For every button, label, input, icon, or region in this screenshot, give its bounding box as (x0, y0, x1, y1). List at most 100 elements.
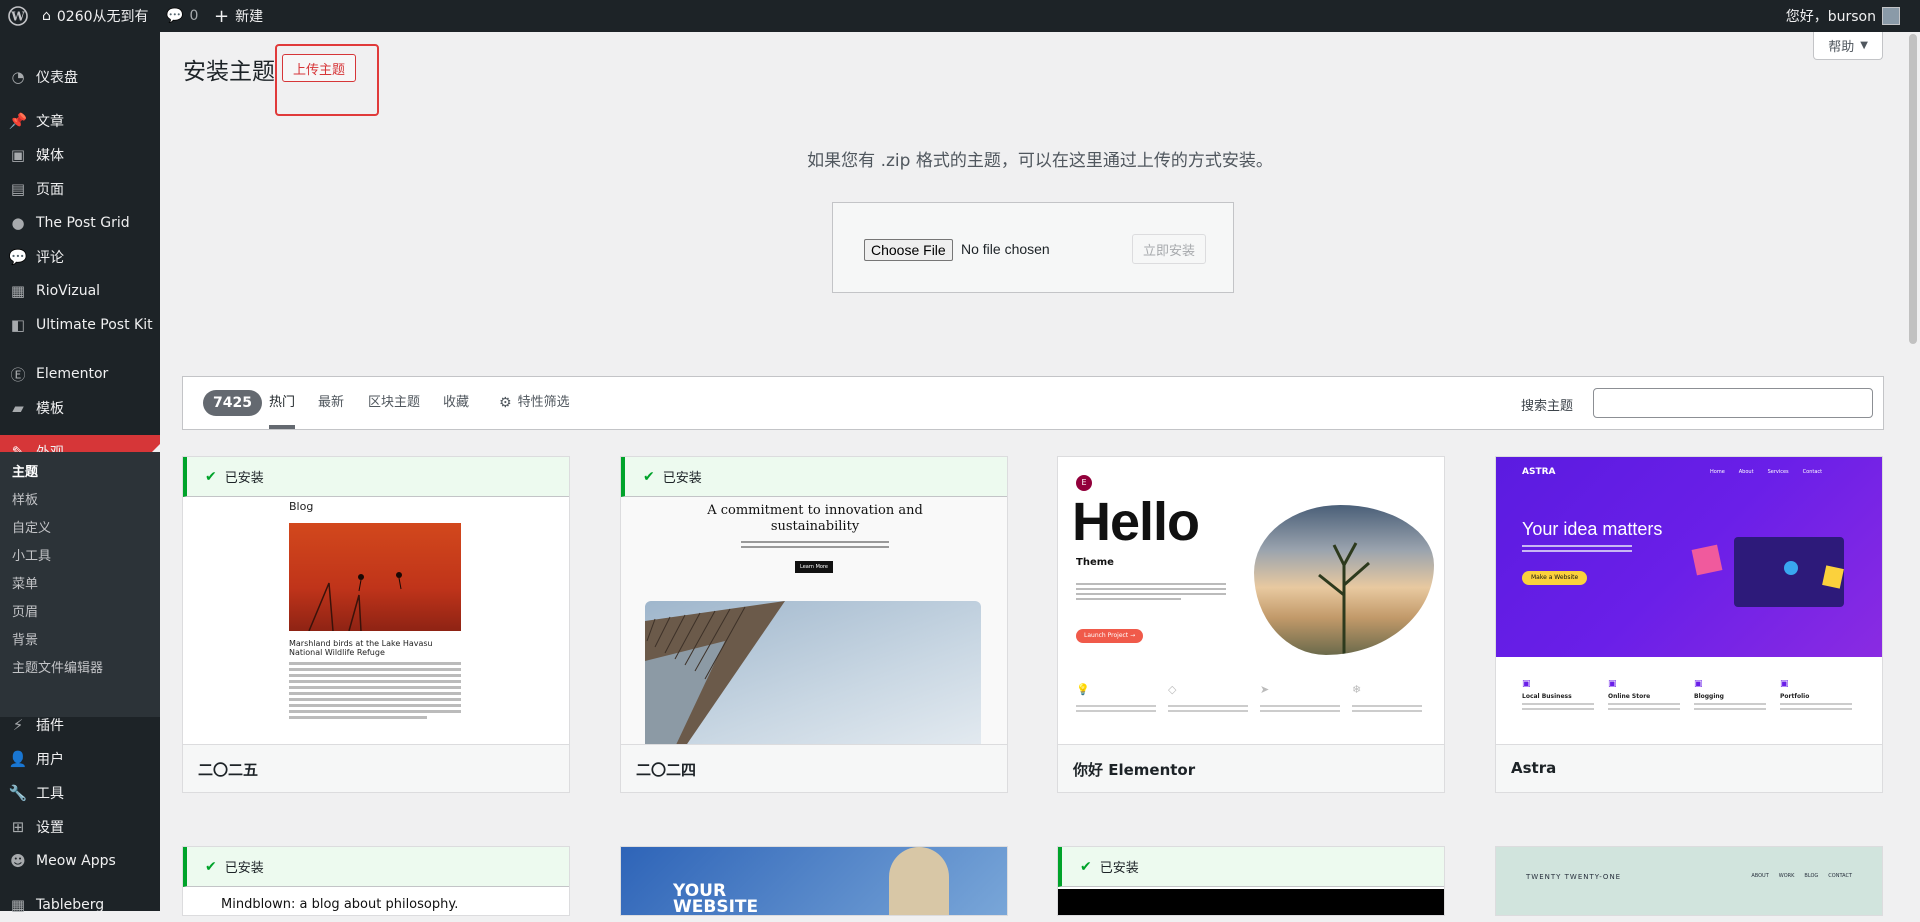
checkmark-icon: ✔ (205, 468, 217, 485)
theme-screenshot: Blog Marshland birds at the Lake Havasu … (183, 457, 569, 747)
sidebar-item-label: 媒体 (36, 148, 64, 164)
preview-nav-item: ABOUT (1751, 873, 1769, 879)
media-icon: ▣ (10, 146, 26, 164)
submenu-item-7[interactable]: 主题文件编辑器 (12, 658, 103, 680)
theme-card-astra[interactable]: ASTRA Home About Services Contact Your i… (1495, 456, 1883, 793)
tab-latest[interactable]: 最新 (318, 377, 344, 429)
submenu-item-0[interactable]: 主题 (12, 462, 38, 484)
sidebar-item-7[interactable]: ◧ Ultimate Post Kit (0, 308, 160, 342)
preview-nav-item: CONTACT (1828, 873, 1852, 879)
new-label: 新建 (235, 9, 264, 25)
sidebar-item-13[interactable]: 🔧 工具 (0, 776, 160, 810)
theme-card-twentytwentyfive[interactable]: Blog Marshland birds at the Lake Havasu … (182, 456, 570, 793)
sidebar-item-6[interactable]: ▦ RioVizual (0, 274, 160, 308)
feature-filter-label: 特性筛选 (517, 395, 570, 410)
submenu-item-1[interactable]: 样板 (12, 490, 38, 512)
submenu-item-3[interactable]: 小工具 (12, 546, 51, 568)
comment-bubble-icon: 💬 (166, 8, 184, 24)
checkmark-icon: ✔ (205, 858, 217, 875)
preview-feature-label: Local Business (1522, 693, 1572, 700)
howdy-text: 您好，burson (1785, 9, 1876, 25)
search-themes-input[interactable] (1593, 388, 1873, 418)
theme-card-row2-1[interactable]: ✔ 已安装 Mindblown: a blog about philosophy. (182, 846, 570, 916)
help-tab-button[interactable]: 帮助 ▼ (1813, 32, 1883, 60)
sidebar-item-16[interactable]: ▦ Tableberg (0, 888, 160, 922)
sidebar-item-8[interactable]: Ⓔ Elementor (0, 357, 160, 391)
install-now-button[interactable]: 立即安装 (1132, 234, 1207, 264)
preview-logo: ASTRA (1522, 467, 1556, 477)
svg-text:W: W (10, 10, 25, 24)
tab-block-themes[interactable]: 区块主题 (368, 377, 420, 429)
sidebar-item-0[interactable]: ◔ 仪表盘 (0, 60, 160, 94)
appearance-submenu: 主题样板自定义小工具菜单页眉背景主题文件编辑器 (0, 452, 160, 717)
comment-icon: 💬 (8, 248, 28, 266)
tab-favorites[interactable]: 收藏 (443, 377, 469, 429)
sidebar-item-12[interactable]: 👤 用户 (0, 742, 160, 776)
theme-card-row2-4[interactable]: TWENTY TWENTY-ONE ABOUT WORK BLOG CONTAC… (1495, 846, 1883, 916)
comments-link[interactable]: 💬 0 (166, 0, 198, 32)
account-menu[interactable]: 您好，burson (1786, 0, 1900, 32)
preview-image (289, 523, 461, 632)
new-content-link[interactable]: + 新建 (214, 0, 263, 32)
preview-heading: Your idea matters (1522, 519, 1663, 539)
installed-banner: ✔ 已安装 (1058, 847, 1444, 887)
theme-name-bar: 二〇二五 (183, 744, 569, 792)
site-link[interactable]: ⌂ 0260从无到有 (42, 0, 149, 32)
sidebar-item-label: The Post Grid (36, 215, 130, 231)
page-icon: ▤ (10, 180, 26, 198)
site-name: 0260从无到有 (56, 9, 149, 25)
table-icon: ▦ (10, 896, 26, 914)
feature-filter-link[interactable]: ⚙ 特性筛选 (499, 377, 570, 429)
settings-icon: ⊞ (11, 818, 25, 836)
checkmark-icon: ✔ (1080, 858, 1092, 875)
scrollbar-thumb[interactable] (1909, 34, 1917, 344)
home-icon: ⌂ (42, 8, 51, 24)
sidebar-item-label: Elementor (36, 366, 109, 382)
sidebar-item-label: Ultimate Post Kit (36, 317, 153, 333)
sidebar-item-3[interactable]: ▤ 页面 (0, 172, 160, 206)
theme-filter-bar: 7425 热门 最新 区块主题 收藏 ⚙ 特性筛选 搜索主题 (182, 376, 1884, 430)
preview-nav-item: WORK (1778, 873, 1795, 879)
submenu-item-2[interactable]: 自定义 (12, 518, 51, 540)
theme-card-hello-elementor[interactable]: E Hello Theme Launch Project → 💡 ◇ ➤ ❄ 你… (1057, 456, 1445, 793)
pin-icon: 📌 (8, 112, 28, 130)
sidebar-item-4[interactable]: ● The Post Grid (0, 206, 160, 240)
wordpress-logo-icon[interactable]: W (8, 0, 28, 32)
sidebar-item-15[interactable]: ☻ Meow Apps (0, 844, 160, 878)
theme-name: Astra (1511, 759, 1557, 777)
admin-bar: W ⌂ 0260从无到有 💬 0 + 新建 您好，burson (0, 0, 1920, 32)
sidebar-item-2[interactable]: ▣ 媒体 (0, 138, 160, 172)
riovizual-icon: ▦ (10, 282, 26, 300)
installed-banner: ✔ 已安装 (183, 457, 569, 497)
theme-count-badge: 7425 (203, 390, 262, 416)
preview-body-text (289, 662, 461, 719)
preview-subheading: Theme (1076, 557, 1114, 568)
installed-label: 已安装 (1099, 861, 1139, 876)
theme-name-bar: 你好 Elementor (1058, 744, 1444, 792)
elementor-logo-icon: E (1076, 475, 1092, 491)
sidebar-item-9[interactable]: ▰ 模板 (0, 391, 160, 425)
post-grid-icon: ● (11, 214, 25, 232)
sidebar-item-1[interactable]: 📌 文章 (0, 104, 160, 138)
submenu-item-6[interactable]: 背景 (12, 630, 38, 652)
preview-building-image (645, 601, 981, 747)
preview-cactus-image (1254, 505, 1434, 655)
theme-card-row2-3[interactable]: ✔ 已安装 (1057, 846, 1445, 916)
tab-popular[interactable]: 热门 (269, 377, 296, 429)
no-file-chosen-text: No file chosen (961, 241, 1050, 257)
avatar (1882, 7, 1900, 25)
submenu-item-5[interactable]: 页眉 (12, 602, 38, 624)
choose-file-button[interactable]: Choose File (864, 239, 953, 261)
preview-nav-item: BLOG (1804, 873, 1819, 879)
theme-card-twentytwentyfour[interactable]: A commitment to innovation and sustainab… (620, 456, 1008, 793)
sidebar-item-5[interactable]: 💬 评论 (0, 240, 160, 274)
theme-card-row2-2[interactable]: YOUR WEBSITE YOUR WAY (620, 846, 1008, 916)
preview-button: Make a Website (1522, 571, 1588, 585)
sidebar-item-label: RioVizual (36, 283, 101, 299)
sidebar-item-14[interactable]: ⊞ 设置 (0, 810, 160, 844)
page-scrollbar[interactable] (1906, 32, 1920, 911)
theme-name-bar: Astra (1496, 744, 1882, 792)
preview-heading: TWENTY TWENTY-ONE (1526, 873, 1622, 881)
submenu-item-4[interactable]: 菜单 (12, 574, 38, 596)
preview-nav-item: About (1738, 469, 1754, 475)
